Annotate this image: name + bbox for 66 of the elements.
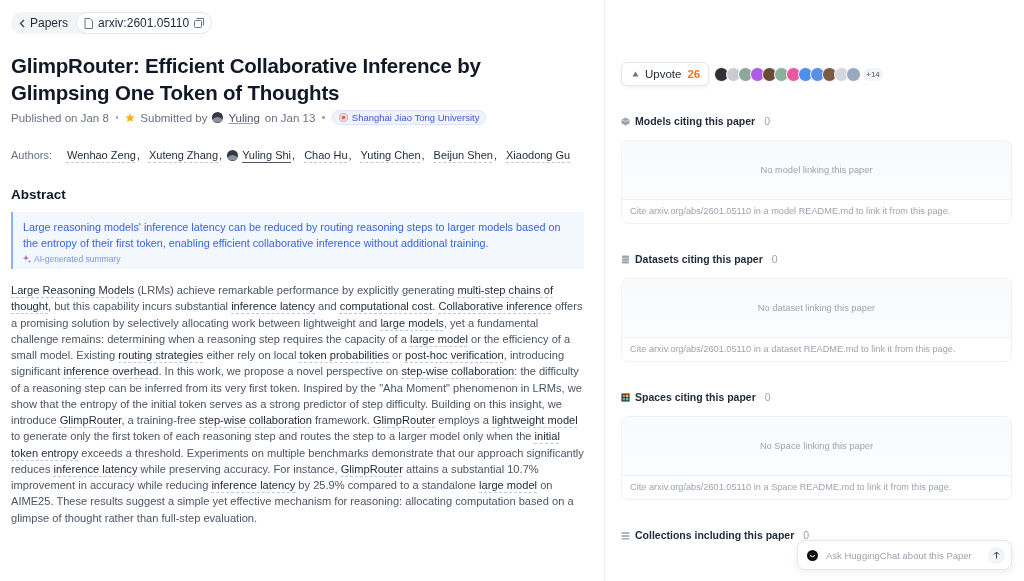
list-icon (621, 530, 630, 540)
cube-icon (621, 116, 630, 126)
user-link[interactable]: Yuling (228, 111, 260, 124)
upvote-label: Upvote (645, 68, 682, 80)
cite-hint: Cite arxiv.org/abs/2601.05110 in a dataset README.md to link it from this page. (629, 343, 957, 356)
chevron-left-icon (19, 18, 25, 28)
copy-icon[interactable] (194, 18, 205, 28)
section-title: Collections including this paper (635, 529, 795, 541)
sparkle-icon (23, 255, 31, 263)
author-link[interactable]: Wenhao Zeng (66, 149, 136, 161)
empty-message: No model linking this paper (622, 141, 1011, 200)
chat-bubble-icon (807, 549, 818, 561)
section-title: Datasets citing this paper (635, 253, 763, 265)
author-link[interactable]: Yuling Shi (242, 149, 292, 161)
authors-label: Authors: (11, 149, 52, 161)
comma: , (493, 149, 497, 161)
star-icon (125, 112, 136, 123)
separator-dot (115, 116, 119, 119)
published-date: Published on Jan 8 (11, 111, 109, 124)
section-count: 0 (764, 391, 771, 403)
paper-id: arxiv:2601.05110 (98, 16, 190, 30)
back-link[interactable]: Papers (11, 16, 77, 30)
avatar[interactable] (750, 66, 766, 82)
author-link[interactable]: Xuteng Zhang (148, 149, 219, 161)
upvote-count: 26 (687, 68, 701, 80)
paper-title: GlimpRouter: Efficient Collaborative Inference by Glimpsing One Token of Thoughts (11, 53, 482, 106)
section-count: 0 (771, 253, 778, 265)
comma: , (219, 149, 223, 161)
avatar-icon (212, 112, 224, 123)
comma: , (292, 149, 296, 161)
logo-icon (338, 113, 348, 122)
triangle-up-icon (632, 71, 639, 77)
section-title: Spaces citing this paper (635, 391, 756, 403)
comma: , (348, 149, 352, 161)
more-count: +14 (863, 67, 883, 81)
paper-id-chip[interactable]: arxiv:2601.05110 (76, 12, 213, 34)
organization-tag[interactable]: Shanghai Jiao Tong University (331, 110, 487, 125)
abstract-text: Large Reasoning Models (LRMs) achieve remarkable performance by explicitly generating multi-step chains of thought, but this capability incurs substantial inference latency and computational cost. Collaborative inference offers a promising solution by selectively allocating work between lightweight and large models, yet a fundamental challenge remains: determining when a reasoning step requires the capacity of a large model or the efficiency of a small model. Existing routing strategies either rely on local token probabilities or post-hoc verification, introducing significant inference overhead. In this work, we propose a novel perspective on step-wise collaboration: the difficulty of a reasoning step can be inferred from its very first token. Inspired by the "Aha Moment" phenomenon in LRMs, we show that the entropy of the initial token serves as a strong predictor of step difficulty. Building on this insight, we introduce GlimpRouter, a training-free step-wise collaboration framework. GlimpRouter employs a lightweight model to generate only the first token of each reasoning step and routes the step to a larger model only when the initial token entropy exceeds a threshold. Experiments on multiple benchmarks demonstrate that our approach significantly reduces inference latency while preserving accuracy. For instance, GlimpRouter attains a substantial 10.7% improvement in accuracy while reducing inference latency by 25.9% compared to a standalone large model on AIME25. These results suggest a simple yet effective mechanism for reasoning: allocating computation based on a glimpse of thought rather than full-step evaluation. (11, 283, 584, 526)
cite-hint: Cite arxiv.org/abs/2601.05110 in a model README.md to link it from this page. (629, 205, 952, 218)
summary-text: Large reasoning models' inference latency can be reduced by routing reasoning steps to larger models based on the entropy of their first token, enabling efficient collaborative inference without additional training. (23, 220, 562, 251)
database-icon (621, 254, 630, 264)
document-icon (84, 17, 94, 29)
chat-input-field[interactable]: Ask HuggingChat about this Paper (824, 548, 982, 562)
grid-icon (621, 392, 630, 402)
submitted-label: Submitted by (140, 111, 208, 124)
send-button[interactable] (988, 546, 1005, 564)
upvote-button[interactable]: Upvote 26 (621, 62, 710, 86)
empty-message: No dataset linking this paper (622, 279, 1011, 338)
author-link[interactable]: Yuting Chen (360, 149, 421, 161)
summary-label: AI-generated summary (34, 254, 121, 264)
submitted-date: on Jan 13 (264, 111, 316, 124)
chat-input-field[interactable]: Ask HuggingChat about this Paper (797, 540, 1012, 570)
section-count: 0 (803, 529, 810, 541)
author-link[interactable]: Beijun Shen (433, 149, 493, 161)
empty-message: No Space linking this paper (622, 417, 1011, 476)
author-link[interactable]: Xiaodong Gu (506, 149, 571, 161)
cite-hint: Cite arxiv.org/abs/2601.05110 in a Space README.md to link it from this page. (629, 481, 953, 494)
author-link[interactable]: Chao Hu (304, 149, 348, 161)
section-heading: Abstract (11, 187, 67, 202)
separator-dot (322, 116, 325, 119)
avatar-icon (227, 149, 239, 161)
section-title: Models citing this paper (635, 115, 756, 127)
comma: , (136, 149, 140, 161)
section-count: 0 (764, 115, 771, 127)
arrow-up-icon (993, 551, 1000, 559)
comma: , (421, 149, 425, 161)
